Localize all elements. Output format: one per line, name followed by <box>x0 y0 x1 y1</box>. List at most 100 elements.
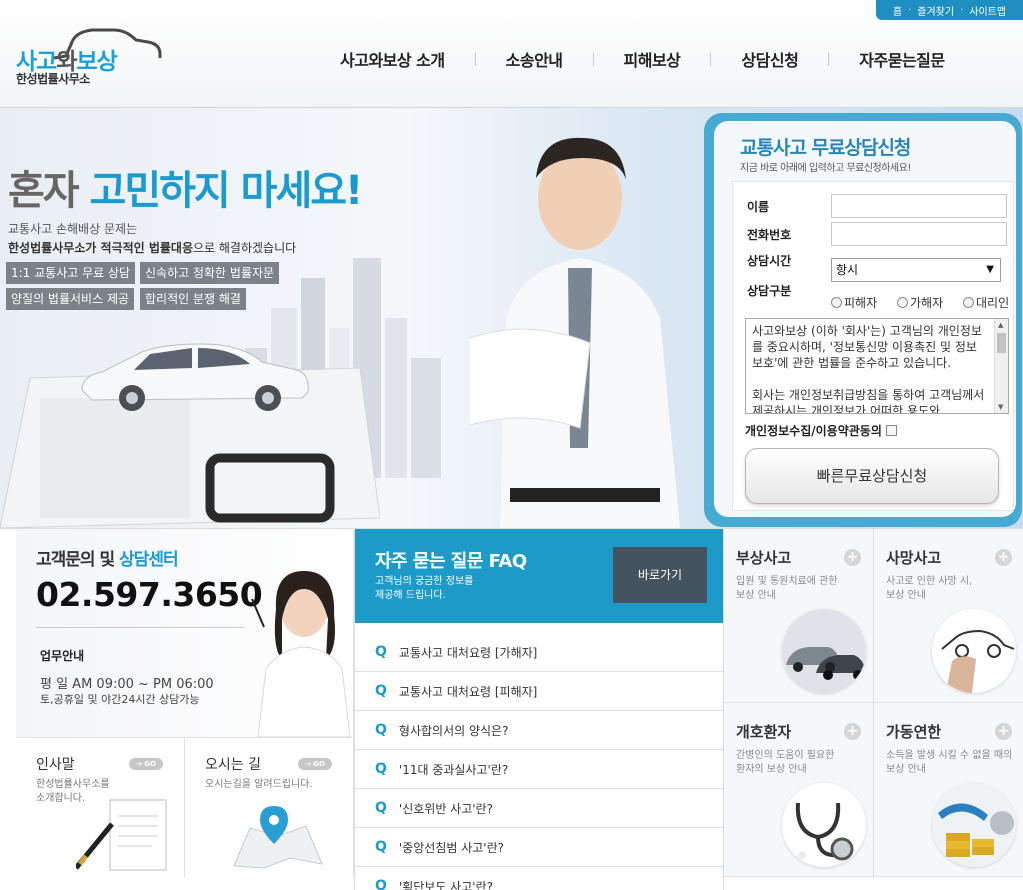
radio-agent[interactable]: 대리인 <box>963 294 1009 311</box>
service-title: 개호환자 <box>736 723 792 741</box>
service-working-life[interactable]: 가동연한 + 소득을 발생 시킬 수 없을 때의 보상 안내 <box>874 703 1023 877</box>
scroll-up-icon[interactable]: ▲ <box>998 321 1003 329</box>
service-desc: 간병인의 도움이 필요한 환자의 보상 안내 <box>736 750 835 775</box>
main-nav: 사고와보상 소개 소송안내 피해보상 상담신청 자주묻는질문 <box>340 44 945 74</box>
hero-tag: 합리적인 분쟁 해결 <box>140 288 246 310</box>
service-desc: 입원 및 통원치료에 관한 보상 안내 <box>736 576 838 601</box>
faq-item[interactable]: Q '횡단보도 사고'란? <box>355 867 723 890</box>
terms-scrollbar[interactable]: ▲ ▼ <box>994 319 1008 413</box>
document-pen-icon <box>76 799 167 871</box>
hero-title: 혼자 고민하지 마세요! <box>8 158 364 216</box>
faq-item[interactable]: Q 형사합의서의 양식은? <box>355 711 723 750</box>
consult-form: 이름 전화번호 상담시간 항시 ▼ 상담구분 피해자 가해자 대리인 사고와보상 … <box>732 181 1014 511</box>
service-title: 가동연한 <box>886 723 942 741</box>
white-car-illustration <box>81 343 309 411</box>
business-hours-weekend: 토,공휴일 및 야간24시간 상담가능 <box>40 693 200 706</box>
nav-separator <box>474 52 476 66</box>
cs-phone-number: 02.597.3650 <box>36 575 263 614</box>
faq-item[interactable]: Q '중앙선침범 사고'란? <box>355 828 723 867</box>
hero-desc-rest: 으로 해결하겠습니다 <box>193 241 297 255</box>
scroll-thumb[interactable] <box>997 333 1006 353</box>
divider <box>36 627 244 628</box>
plus-icon[interactable]: + <box>995 549 1012 566</box>
bottom-section: 고객문의 및 상담센터 02.597.3650 업무안내 평 일 AM 09:0… <box>0 528 1023 890</box>
radio-offender[interactable]: 가해자 <box>897 294 943 311</box>
name-input[interactable] <box>831 194 1007 218</box>
faq-desc: 고객님의 궁금한 정보를 제공해 드립니다. <box>375 576 474 601</box>
radio-label: 피해자 <box>844 296 878 310</box>
nav-item-intro[interactable]: 사고와보상 소개 <box>340 47 445 71</box>
agree-checkbox[interactable] <box>885 425 897 436</box>
radio-label: 가해자 <box>910 296 944 310</box>
nav-item-compensation[interactable]: 피해보상 <box>624 47 681 71</box>
hero-tag: 1:1 교통사고 무료 상담 <box>6 262 136 284</box>
service-nursing[interactable]: 개호환자 + 간병인의 도움이 필요한 환자의 보상 안내 <box>724 703 874 877</box>
scroll-down-icon[interactable]: ▼ <box>998 403 1003 411</box>
radio-label: 대리인 <box>976 296 1010 310</box>
service-desc: 사고로 인한 사망 시, 보상 안내 <box>886 576 973 601</box>
phone-label: 전화번호 <box>747 228 792 242</box>
map-pin-icon <box>233 806 323 869</box>
faq-question: '횡단보도 사고'란? <box>398 879 493 890</box>
greeting-go-button[interactable]: → GO <box>129 758 163 770</box>
plus-icon[interactable]: + <box>844 549 861 566</box>
radio-circle-icon <box>963 297 974 308</box>
plus-icon[interactable]: + <box>844 723 861 740</box>
service-injury[interactable]: 부상사고 + 입원 및 통원치료에 관한 보상 안내 <box>724 529 874 703</box>
logo-subtitle: 한성법률사무소 <box>16 72 90 86</box>
cs-title: 고객문의 및 상담센터 <box>36 545 179 570</box>
faq-question: 교통사고 대처요령 [피해자] <box>398 684 538 699</box>
q-icon: Q <box>375 800 387 816</box>
car-sketch-icon <box>932 609 1016 693</box>
service-desc: 소득을 발생 시킬 수 없을 때의 보상 안내 <box>886 750 1013 775</box>
nav-item-faq[interactable]: 자주묻는질문 <box>859 47 945 71</box>
chevron-down-icon: ▼ <box>986 264 994 275</box>
type-label: 상담구분 <box>747 284 792 298</box>
privacy-terms-textarea[interactable]: 사고와보상 (이하 '회사'는) 고객님의 개인정보를 중요시하며, '정보통신… <box>745 318 1009 414</box>
utility-bar: 홈 · 즐겨찾기 · 사이트맵 <box>876 0 1023 20</box>
location-go-button[interactable]: → GO <box>298 758 332 770</box>
smiling-man-illustration <box>470 137 680 528</box>
radio-circle-icon <box>897 297 908 308</box>
hero-description: 교통사고 손해배상 문제는 <box>8 222 138 236</box>
radio-victim[interactable]: 피해자 <box>831 294 877 311</box>
nav-separator <box>710 52 712 66</box>
q-icon: Q <box>375 722 387 738</box>
nav-item-consult[interactable]: 상담신청 <box>741 47 798 71</box>
hero-tag: 신속하고 정확한 법률자문 <box>140 262 280 284</box>
util-sitemap-link[interactable]: 사이트맵 <box>969 3 1006 18</box>
faq-item[interactable]: Q '11대 중과실사고'란? <box>355 750 723 789</box>
faq-item[interactable]: Q 교통사고 대처요령 [피해자] <box>355 672 723 711</box>
business-hours-title: 업무안내 <box>40 649 85 663</box>
faq-item[interactable]: Q 교통사고 대처요령 [가해자] <box>355 633 723 672</box>
submit-consult-button[interactable]: 빠른무료상담신청 <box>745 448 999 504</box>
radio-circle-icon <box>831 297 842 308</box>
util-favorite-link[interactable]: 즐겨찾기 <box>917 3 954 18</box>
car-crash-icon <box>782 609 866 693</box>
faq-shortcut-button[interactable]: 바로가기 <box>613 547 707 603</box>
site-logo[interactable]: 사고와보상 한성법률사무소 <box>14 22 164 86</box>
q-icon: Q <box>375 644 387 660</box>
form-subtitle: 지금 바로 아래에 입력하고 무료신청하세요! <box>740 163 911 174</box>
plus-icon[interactable]: + <box>995 723 1012 740</box>
location-box[interactable]: 오시는 길 → GO 오시는길을 알려드립니다. <box>185 737 354 877</box>
util-home-link[interactable]: 홈 <box>893 3 902 18</box>
go-label: GO <box>313 760 325 768</box>
time-label: 상담시간 <box>747 254 792 268</box>
greeting-box[interactable]: 인사말 → GO 한성법률사무소를 소개합니다. <box>16 737 185 877</box>
privacy-agree: 개인정보수집/이용약관동의 <box>745 422 897 439</box>
consultant-woman-illustration <box>251 571 351 737</box>
page: 홈 · 즐겨찾기 · 사이트맵 사고와보상 한성법률사무소 사고와보상 소개 소… <box>0 0 1023 890</box>
site-header: 홈 · 즐겨찾기 · 사이트맵 사고와보상 한성법률사무소 사고와보상 소개 소… <box>0 0 1023 108</box>
time-select[interactable]: 항시 ▼ <box>831 258 1001 282</box>
service-death[interactable]: 사망사고 + 사고로 인한 사망 시, 보상 안내 <box>874 529 1023 703</box>
nav-item-lawsuit[interactable]: 소송안내 <box>506 47 563 71</box>
util-separator: · <box>960 4 964 16</box>
q-icon: Q <box>375 761 387 777</box>
phone-input[interactable] <box>831 222 1007 246</box>
q-icon: Q <box>375 683 387 699</box>
faq-question: '신호위반 사고'란? <box>398 801 493 816</box>
faq-item[interactable]: Q '신호위반 사고'란? <box>355 789 723 828</box>
q-icon: Q <box>375 878 387 890</box>
hero-title-part2: 고민하지 마세요! <box>89 168 364 214</box>
